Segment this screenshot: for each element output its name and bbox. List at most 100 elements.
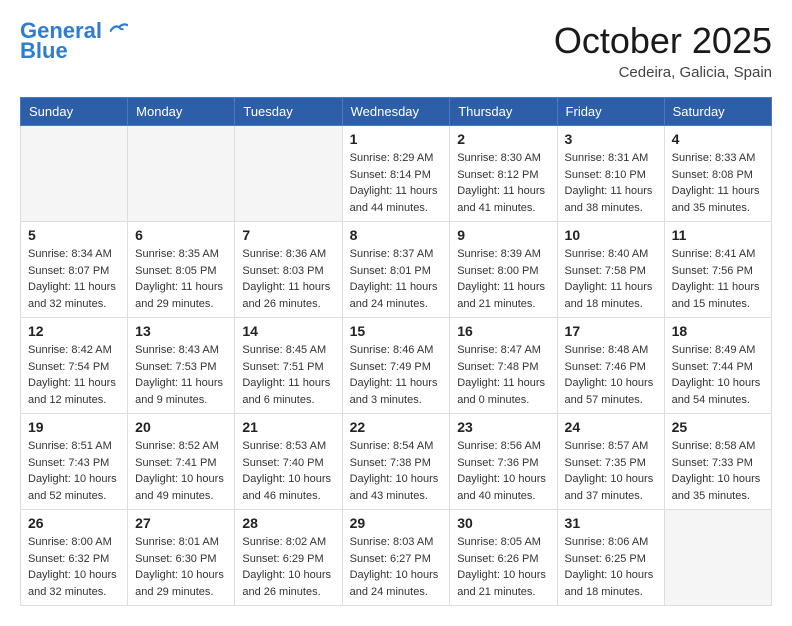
weekday-header-saturday: Saturday xyxy=(664,98,771,126)
calendar-cell: 2 Sunrise: 8:30 AM Sunset: 8:12 PM Daylig… xyxy=(450,126,557,222)
calendar-cell: 4 Sunrise: 8:33 AM Sunset: 8:08 PM Daylig… xyxy=(664,126,771,222)
day-number: 1 xyxy=(350,131,443,147)
week-row-3: 12Sunrise: 8:42 AM Sunset: 7:54 PM Dayli… xyxy=(21,318,772,414)
calendar-cell: 14 Sunrise: 8:45 AM Sunset: 7:51 PM Dayli… xyxy=(235,318,342,414)
calendar-cell: 24 Sunrise: 8:57 AM Sunset: 7:35 PM Dayli… xyxy=(557,414,664,510)
day-info: Sunrise: 8:46 AM Sunset: 7:49 PM Dayligh… xyxy=(350,342,443,408)
day-number: 29 xyxy=(350,515,443,531)
calendar-cell: 23 Sunrise: 8:56 AM Sunset: 7:36 PM Dayli… xyxy=(450,414,557,510)
weekday-header-tuesday: Tuesday xyxy=(235,98,342,126)
weekday-header-row: SundayMondayTuesdayWednesdayThursdayFrid… xyxy=(21,98,772,126)
day-info: Sunrise: 8:03 AM Sunset: 6:27 PM Dayligh… xyxy=(350,534,443,600)
calendar-cell: 21Sunrise: 8:53 AM Sunset: 7:40 PM Dayli… xyxy=(235,414,342,510)
day-number: 4 xyxy=(672,131,764,147)
day-number: 10 xyxy=(565,227,657,243)
day-number: 6 xyxy=(135,227,227,243)
day-info: Sunrise: 8:45 AM Sunset: 7:51 PM Dayligh… xyxy=(242,342,334,408)
month-title: October 2025 xyxy=(554,20,772,62)
day-number: 14 xyxy=(242,323,334,339)
calendar-cell: 17 Sunrise: 8:48 AM Sunset: 7:46 PM Dayli… xyxy=(557,318,664,414)
day-number: 17 xyxy=(565,323,657,339)
calendar-cell: 13 Sunrise: 8:43 AM Sunset: 7:53 PM Dayli… xyxy=(128,318,235,414)
day-number: 20 xyxy=(135,419,227,435)
day-number: 16 xyxy=(457,323,549,339)
calendar-cell: 5 Sunrise: 8:34 AM Sunset: 8:07 PM Daylig… xyxy=(21,222,128,318)
calendar-cell: 30Sunrise: 8:05 AM Sunset: 6:26 PM Dayli… xyxy=(450,510,557,606)
day-info: Sunrise: 8:05 AM Sunset: 6:26 PM Dayligh… xyxy=(457,534,549,600)
day-number: 7 xyxy=(242,227,334,243)
calendar-cell: 28 Sunrise: 8:02 AM Sunset: 6:29 PM Dayli… xyxy=(235,510,342,606)
week-row-5: 26 Sunrise: 8:00 AM Sunset: 6:32 PM Dayli… xyxy=(21,510,772,606)
day-info: Sunrise: 8:37 AM Sunset: 8:01 PM Dayligh… xyxy=(350,246,443,312)
calendar-cell: 1 Sunrise: 8:29 AM Sunset: 8:14 PM Daylig… xyxy=(342,126,450,222)
title-block: October 2025 Cedeira, Galicia, Spain xyxy=(554,20,772,81)
day-info: Sunrise: 8:51 AM Sunset: 7:43 PM Dayligh… xyxy=(28,438,120,504)
weekday-header-friday: Friday xyxy=(557,98,664,126)
day-number: 22 xyxy=(350,419,443,435)
day-number: 31 xyxy=(565,515,657,531)
calendar-cell xyxy=(664,510,771,606)
week-row-1: 1 Sunrise: 8:29 AM Sunset: 8:14 PM Daylig… xyxy=(21,126,772,222)
day-number: 5 xyxy=(28,227,120,243)
day-info: Sunrise: 8:36 AM Sunset: 8:03 PM Dayligh… xyxy=(242,246,334,312)
day-number: 25 xyxy=(672,419,764,435)
day-info: Sunrise: 8:47 AM Sunset: 7:48 PM Dayligh… xyxy=(457,342,549,408)
day-info: Sunrise: 8:42 AM Sunset: 7:54 PM Dayligh… xyxy=(28,342,120,408)
day-info: Sunrise: 8:30 AM Sunset: 8:12 PM Dayligh… xyxy=(457,150,549,216)
day-number: 18 xyxy=(672,323,764,339)
calendar-cell: 10Sunrise: 8:40 AM Sunset: 7:58 PM Dayli… xyxy=(557,222,664,318)
calendar-cell xyxy=(128,126,235,222)
logo: General Blue xyxy=(20,20,128,64)
week-row-4: 19Sunrise: 8:51 AM Sunset: 7:43 PM Dayli… xyxy=(21,414,772,510)
day-number: 15 xyxy=(350,323,443,339)
day-info: Sunrise: 8:56 AM Sunset: 7:36 PM Dayligh… xyxy=(457,438,549,504)
day-number: 23 xyxy=(457,419,549,435)
day-info: Sunrise: 8:52 AM Sunset: 7:41 PM Dayligh… xyxy=(135,438,227,504)
calendar-cell: 31Sunrise: 8:06 AM Sunset: 6:25 PM Dayli… xyxy=(557,510,664,606)
day-number: 8 xyxy=(350,227,443,243)
day-info: Sunrise: 8:54 AM Sunset: 7:38 PM Dayligh… xyxy=(350,438,443,504)
day-number: 26 xyxy=(28,515,120,531)
weekday-header-monday: Monday xyxy=(128,98,235,126)
logo-bird-icon xyxy=(110,22,128,36)
calendar-cell: 7 Sunrise: 8:36 AM Sunset: 8:03 PM Daylig… xyxy=(235,222,342,318)
calendar-cell: 25 Sunrise: 8:58 AM Sunset: 7:33 PM Dayli… xyxy=(664,414,771,510)
calendar-cell: 20 Sunrise: 8:52 AM Sunset: 7:41 PM Dayli… xyxy=(128,414,235,510)
weekday-header-wednesday: Wednesday xyxy=(342,98,450,126)
day-info: Sunrise: 8:57 AM Sunset: 7:35 PM Dayligh… xyxy=(565,438,657,504)
calendar-cell: 12Sunrise: 8:42 AM Sunset: 7:54 PM Dayli… xyxy=(21,318,128,414)
day-info: Sunrise: 8:48 AM Sunset: 7:46 PM Dayligh… xyxy=(565,342,657,408)
day-info: Sunrise: 8:41 AM Sunset: 7:56 PM Dayligh… xyxy=(672,246,764,312)
day-info: Sunrise: 8:02 AM Sunset: 6:29 PM Dayligh… xyxy=(242,534,334,600)
location-text: Cedeira, Galicia, Spain xyxy=(554,64,772,81)
day-info: Sunrise: 8:35 AM Sunset: 8:05 PM Dayligh… xyxy=(135,246,227,312)
day-info: Sunrise: 8:53 AM Sunset: 7:40 PM Dayligh… xyxy=(242,438,334,504)
calendar-cell: 11Sunrise: 8:41 AM Sunset: 7:56 PM Dayli… xyxy=(664,222,771,318)
calendar-cell: 8 Sunrise: 8:37 AM Sunset: 8:01 PM Daylig… xyxy=(342,222,450,318)
calendar-cell: 16 Sunrise: 8:47 AM Sunset: 7:48 PM Dayli… xyxy=(450,318,557,414)
day-info: Sunrise: 8:29 AM Sunset: 8:14 PM Dayligh… xyxy=(350,150,443,216)
calendar-cell xyxy=(235,126,342,222)
day-number: 13 xyxy=(135,323,227,339)
day-info: Sunrise: 8:00 AM Sunset: 6:32 PM Dayligh… xyxy=(28,534,120,600)
calendar-cell: 3 Sunrise: 8:31 AM Sunset: 8:10 PM Daylig… xyxy=(557,126,664,222)
day-info: Sunrise: 8:58 AM Sunset: 7:33 PM Dayligh… xyxy=(672,438,764,504)
calendar-cell: 22 Sunrise: 8:54 AM Sunset: 7:38 PM Dayli… xyxy=(342,414,450,510)
day-number: 3 xyxy=(565,131,657,147)
calendar-cell: 18 Sunrise: 8:49 AM Sunset: 7:44 PM Dayli… xyxy=(664,318,771,414)
day-info: Sunrise: 8:39 AM Sunset: 8:00 PM Dayligh… xyxy=(457,246,549,312)
day-info: Sunrise: 8:34 AM Sunset: 8:07 PM Dayligh… xyxy=(28,246,120,312)
day-info: Sunrise: 8:31 AM Sunset: 8:10 PM Dayligh… xyxy=(565,150,657,216)
calendar-table: SundayMondayTuesdayWednesdayThursdayFrid… xyxy=(20,97,772,606)
calendar-cell: 9 Sunrise: 8:39 AM Sunset: 8:00 PM Daylig… xyxy=(450,222,557,318)
day-number: 2 xyxy=(457,131,549,147)
day-number: 28 xyxy=(242,515,334,531)
day-info: Sunrise: 8:33 AM Sunset: 8:08 PM Dayligh… xyxy=(672,150,764,216)
calendar-cell: 15 Sunrise: 8:46 AM Sunset: 7:49 PM Dayli… xyxy=(342,318,450,414)
day-number: 9 xyxy=(457,227,549,243)
day-number: 24 xyxy=(565,419,657,435)
day-info: Sunrise: 8:43 AM Sunset: 7:53 PM Dayligh… xyxy=(135,342,227,408)
day-info: Sunrise: 8:49 AM Sunset: 7:44 PM Dayligh… xyxy=(672,342,764,408)
week-row-2: 5 Sunrise: 8:34 AM Sunset: 8:07 PM Daylig… xyxy=(21,222,772,318)
weekday-header-thursday: Thursday xyxy=(450,98,557,126)
